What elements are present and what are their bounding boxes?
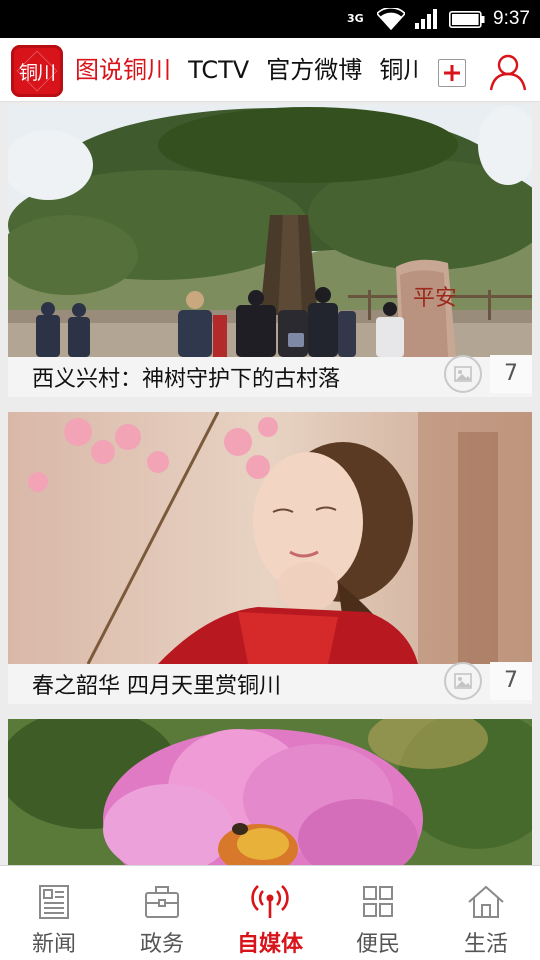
card-title: 西义兴村：神树守护下的古村落: [32, 367, 341, 392]
card-caption: 春之韶华 四月天里赏铜川 7: [8, 662, 532, 704]
briefcase-icon: [145, 886, 179, 918]
newspaper-icon: [39, 885, 69, 919]
battery-icon: [449, 11, 485, 28]
card-caption: 西义兴村：神树守护下的古村落 7: [8, 355, 532, 397]
pink-peony-photo[interactable]: [8, 719, 532, 865]
gallery-icon: [444, 355, 482, 393]
nav-label-life: 生活: [463, 932, 508, 957]
grid-icon: [363, 886, 393, 917]
app-logo[interactable]: 铜川: [11, 45, 63, 97]
app-screen: 3G 9:37 铜川 图说铜川 TCTV 官方微博 铜川: [0, 0, 540, 960]
bottom-navigation: 新闻 政务 自媒体 便民 生活: [0, 865, 540, 960]
photo-feed: 平安 西义兴村：神树守护下的古村落 7 春之韶华 四月天里赏铜川 7: [0, 103, 540, 865]
feed-card[interactable]: [8, 719, 532, 865]
user-profile-button[interactable]: [488, 52, 528, 92]
clock: 9:37: [493, 8, 530, 29]
nav-item-services[interactable]: 便民: [324, 866, 432, 960]
broadcast-icon: [251, 885, 289, 918]
feed-card[interactable]: 春之韶华 四月天里赏铜川 7: [8, 412, 532, 704]
nav-item-government[interactable]: 政务: [108, 866, 216, 960]
nav-label-government: 政务: [139, 932, 184, 957]
nav-label-services: 便民: [355, 932, 400, 957]
logo-text: 铜川: [18, 62, 56, 84]
nav-label-self-media: 自媒体: [236, 932, 303, 957]
add-channel-button[interactable]: [438, 59, 466, 87]
network-type: 3G: [347, 12, 364, 25]
signal-icon: [415, 9, 437, 29]
app-header: 铜川 图说铜川 TCTV 官方微博 铜川: [0, 38, 540, 102]
tab-tushuo-tongchuan[interactable]: 图说铜川: [75, 38, 171, 101]
nav-item-news[interactable]: 新闻: [0, 866, 108, 960]
nav-item-life[interactable]: 生活: [432, 866, 540, 960]
user-icon: [489, 54, 527, 91]
feed-card[interactable]: 平安 西义兴村：神树守护下的古村落 7: [8, 105, 532, 397]
village-ancient-tree-photo[interactable]: 平安: [8, 105, 532, 357]
card-title: 春之韶华 四月天里赏铜川: [32, 674, 281, 699]
nav-label-news: 新闻: [31, 932, 76, 957]
photo-count: 7: [490, 355, 532, 393]
tab-official-weibo[interactable]: 官方微博: [266, 38, 362, 101]
tab-tongchuan[interactable]: 铜川: [379, 38, 420, 101]
house-icon: [468, 885, 504, 918]
nav-item-self-media[interactable]: 自媒体: [216, 866, 324, 960]
channel-tabs: 图说铜川 TCTV 官方微博 铜川: [75, 38, 420, 101]
gallery-icon: [444, 662, 482, 700]
status-bar: 3G 9:37: [0, 0, 540, 38]
stone-text: 平安: [413, 286, 457, 311]
wifi-icon: [377, 8, 405, 30]
plus-icon: [444, 65, 460, 81]
tab-tctv[interactable]: TCTV: [188, 38, 249, 101]
woman-blossom-photo[interactable]: [8, 412, 532, 664]
photo-count: 7: [490, 662, 532, 700]
